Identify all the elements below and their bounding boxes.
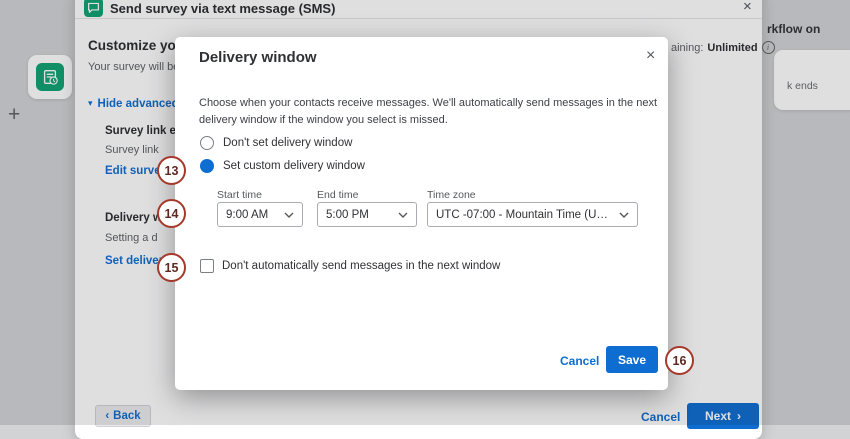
start-time-value: 9:00 AM	[226, 209, 268, 221]
time-zone-select[interactable]: UTC -07:00 - Mountain Time (US & Ca...	[427, 202, 638, 227]
next-window-checkbox-label: Don't automatically send messages in the…	[222, 260, 500, 272]
end-time-value: 5:00 PM	[326, 209, 369, 221]
start-time-label: Start time	[217, 189, 262, 201]
time-zone-value: UTC -07:00 - Mountain Time (US & Ca...	[436, 209, 613, 221]
radio-set-custom-delivery-window[interactable]: Set custom delivery window	[200, 159, 365, 173]
end-time-label: End time	[317, 189, 358, 201]
annotation-badge-15: 15	[157, 253, 186, 282]
next-window-checkbox-row[interactable]: Don't automatically send messages in the…	[200, 259, 500, 273]
save-button[interactable]: Save	[606, 346, 658, 373]
checkbox-unchecked-icon[interactable]	[200, 259, 214, 273]
radio-custom-label: Set custom delivery window	[223, 160, 365, 172]
time-zone-label: Time zone	[427, 189, 476, 201]
delivery-window-modal: Delivery window × Choose when your conta…	[175, 37, 668, 390]
close-icon[interactable]: ×	[646, 48, 655, 64]
annotation-badge-14: 14	[157, 199, 186, 228]
chevron-down-icon	[398, 212, 408, 218]
start-time-select[interactable]: 9:00 AM	[217, 202, 303, 227]
delivery-modal-description: Choose when your contacts receive messag…	[199, 95, 657, 129]
chevron-down-icon	[619, 212, 629, 218]
delivery-modal-title: Delivery window	[199, 49, 317, 66]
annotation-badge-16: 16	[665, 346, 694, 375]
radio-unselected-icon[interactable]	[200, 136, 214, 150]
end-time-select[interactable]: 5:00 PM	[317, 202, 417, 227]
annotation-badge-13: 13	[157, 156, 186, 185]
delivery-cancel-link[interactable]: Cancel	[560, 354, 599, 368]
radio-dont-set-label: Don't set delivery window	[223, 137, 352, 149]
radio-selected-icon[interactable]	[200, 159, 214, 173]
radio-dont-set-delivery-window[interactable]: Don't set delivery window	[200, 136, 352, 150]
chevron-down-icon	[284, 212, 294, 218]
